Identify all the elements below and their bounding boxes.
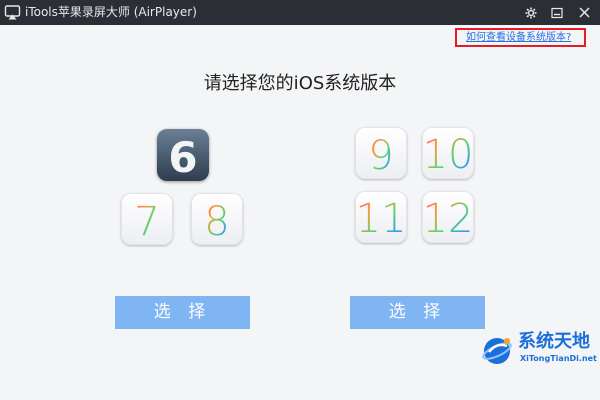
watermark-url: XiTongTianDi.net <box>520 354 597 363</box>
ios-12-tile[interactable]: 12 <box>422 191 474 243</box>
select-button-right[interactable]: 选 择 <box>350 296 485 329</box>
ios-8-tile[interactable]: 8 <box>191 193 243 245</box>
minimize-icon <box>551 7 563 18</box>
page-heading: 请选择您的iOS系统版本 <box>203 73 397 94</box>
ios-9-icon: 9 <box>368 133 393 179</box>
version-number: 10 <box>423 132 474 178</box>
ios-6-icon: 6 <box>168 133 197 181</box>
ios-7-icon: 7 <box>134 199 159 245</box>
version-number: 9 <box>368 133 393 179</box>
settings-icon <box>525 7 537 18</box>
ios-11-icon: 11 <box>356 196 407 242</box>
watermark-name: 系统天地 <box>518 331 590 352</box>
ios-6-tile[interactable]: 6 <box>157 129 209 181</box>
ios-10-icon: 10 <box>423 132 474 178</box>
ios-10-tile[interactable]: 10 <box>422 127 474 179</box>
minimize-button[interactable] <box>546 2 568 23</box>
title-bar: iTools苹果录屏大师 (AirPlayer) <box>0 0 600 25</box>
airplay-icon <box>4 5 21 20</box>
ios-7-tile[interactable]: 7 <box>121 193 173 245</box>
version-number: 8 <box>204 199 229 245</box>
watermark: 系统天地 XiTongTianDi.net <box>480 330 598 372</box>
check-version-link[interactable]: 如何查看设备系统版本? <box>466 32 571 44</box>
watermark-logo-icon <box>482 338 512 364</box>
close-button[interactable] <box>573 2 595 23</box>
version-number: 6 <box>168 133 197 181</box>
window-title: iTools苹果录屏大师 (AirPlayer) <box>25 5 197 19</box>
settings-button[interactable] <box>520 2 542 23</box>
ios-8-icon: 8 <box>204 199 229 245</box>
select-button-left[interactable]: 选 择 <box>115 296 250 329</box>
version-number: 12 <box>423 196 474 242</box>
version-number: 11 <box>356 196 407 242</box>
ios-11-tile[interactable]: 11 <box>355 191 407 243</box>
ios-12-icon: 12 <box>423 196 474 242</box>
ios-9-tile[interactable]: 9 <box>355 127 407 179</box>
close-icon <box>578 7 590 18</box>
version-number: 7 <box>134 199 159 245</box>
